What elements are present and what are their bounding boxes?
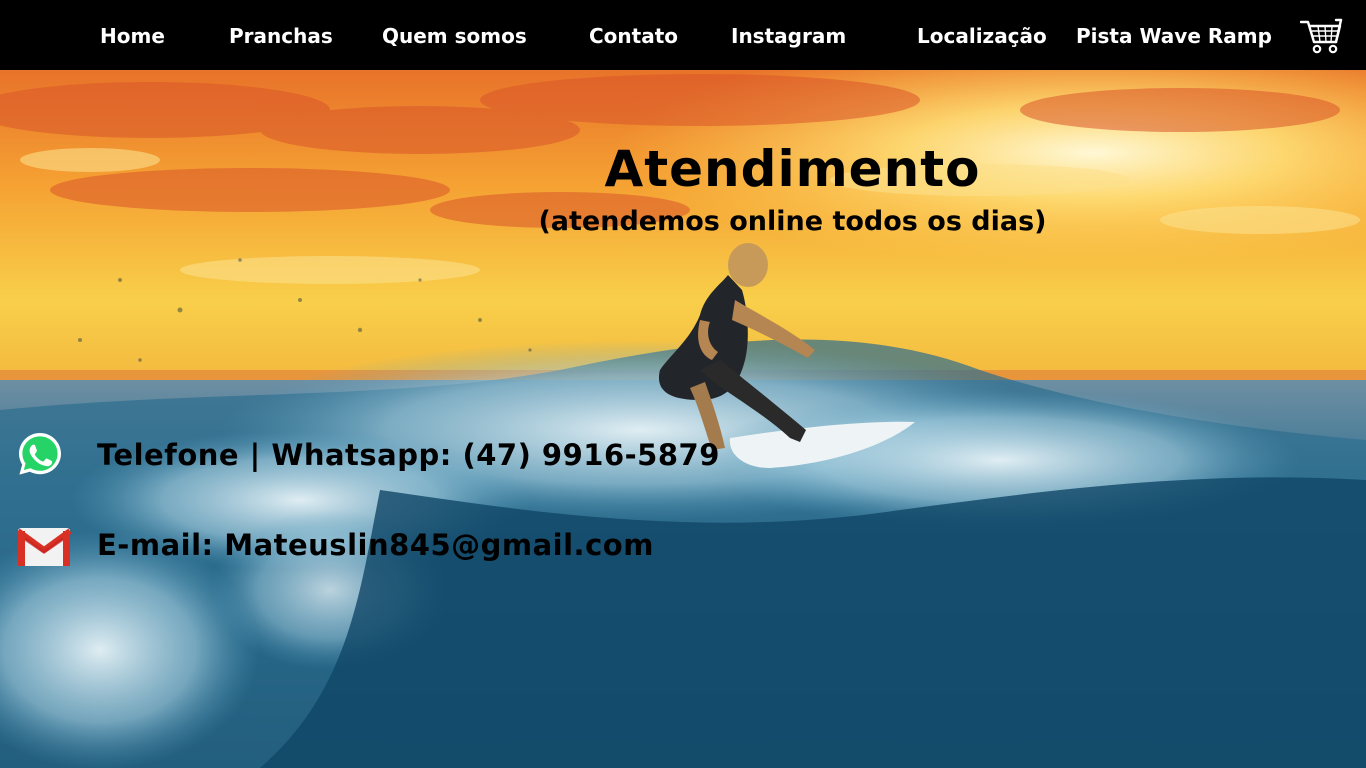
nav-pista-wave-ramp-link[interactable]: Pista Wave Ramp [1076, 22, 1272, 50]
page-subtitle: (atendemos online todos os dias) [538, 206, 1047, 237]
email-text: E-mail: Mateuslin845@gmail.com [97, 528, 654, 562]
nav-localizacao-link[interactable]: Localização [917, 22, 1047, 50]
nav-instagram-link[interactable]: Instagram [731, 22, 846, 50]
top-navbar: Home Pranchas Quem somos Contato Instagr… [0, 0, 1366, 70]
gmail-icon[interactable] [16, 527, 72, 567]
contact-page: Home Pranchas Quem somos Contato Instagr… [0, 0, 1366, 768]
whatsapp-icon[interactable] [17, 431, 63, 477]
shopping-cart-icon[interactable] [1299, 16, 1344, 56]
nav-quem-somos-link[interactable]: Quem somos [382, 22, 527, 50]
page-title: Atendimento [604, 140, 981, 198]
nav-home-link[interactable]: Home [100, 22, 165, 50]
nav-pranchas-link[interactable]: Pranchas [229, 22, 333, 50]
phone-whatsapp-text: Telefone | Whatsapp: (47) 9916-5879 [97, 438, 720, 472]
nav-contato-link[interactable]: Contato [589, 22, 678, 50]
